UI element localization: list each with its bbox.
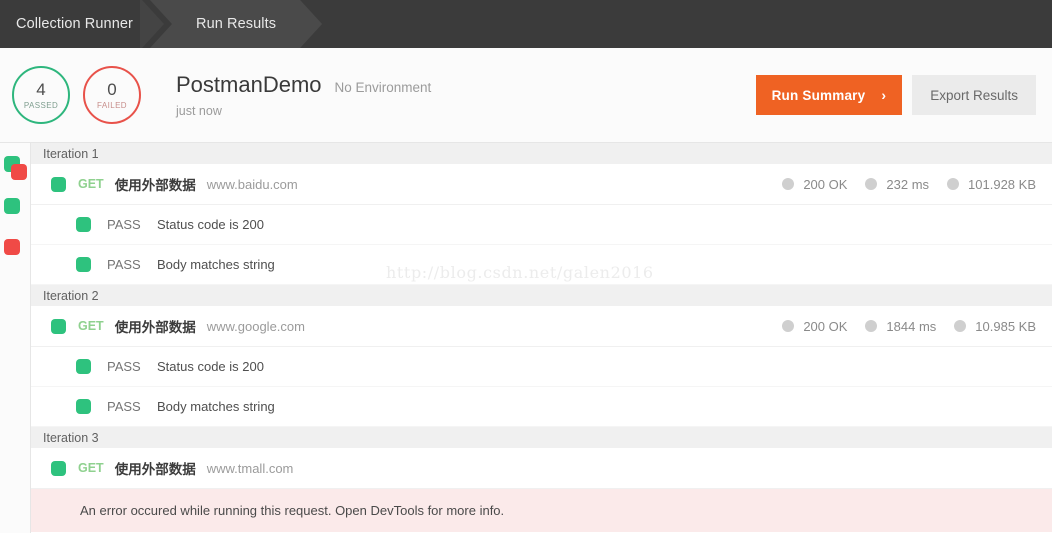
iteration-header[interactable]: Iteration 1: [31, 143, 1052, 164]
request-row[interactable]: GET 使用外部数据 www.google.com 200 OK 1844 ms…: [31, 306, 1052, 347]
iteration-results-list: Iteration 1 GET 使用外部数据 www.baidu.com 200…: [31, 143, 1052, 533]
request-url: www.baidu.com: [206, 176, 298, 192]
request-status-square: [51, 318, 66, 334]
test-row: PASS Status code is 200: [31, 205, 1052, 245]
iteration-header[interactable]: Iteration 3: [31, 427, 1052, 448]
run-summary-button-label: Run Summary: [771, 87, 866, 103]
status-dot-icon: [782, 178, 795, 190]
size-dot-icon: [947, 178, 960, 190]
export-results-button[interactable]: Export Results: [912, 75, 1036, 115]
failed-stat-badge: 0 FAILED: [83, 66, 141, 124]
run-timestamp: just now: [176, 104, 222, 118]
request-row[interactable]: GET 使用外部数据 www.baidu.com 200 OK 232 ms 1…: [31, 164, 1052, 205]
request-url: www.google.com: [206, 318, 305, 334]
request-row[interactable]: GET 使用外部数据 www.tmall.com: [31, 448, 1052, 489]
request-name: 使用外部数据: [114, 178, 196, 193]
response-size: 101.928 KB: [968, 176, 1036, 192]
request-status-square: [51, 176, 66, 192]
request-metrics: 200 OK 1844 ms 10.985 KB: [782, 319, 1036, 334]
response-status: 200 OK: [803, 176, 848, 192]
iteration-1-label: Iteration 1: [43, 146, 99, 161]
request-method: GET: [78, 177, 104, 191]
metric-size: 101.928 KB: [947, 177, 1036, 192]
test-name: Status code is 200: [157, 359, 264, 374]
summary-actions: Run Summary › Export Results: [755, 75, 1036, 115]
failed-label: FAILED: [97, 100, 127, 110]
test-status: PASS: [107, 217, 141, 232]
request-method: GET: [78, 319, 104, 333]
iteration-2-label: Iteration 2: [43, 288, 99, 303]
export-results-button-label: Export Results: [930, 87, 1018, 103]
test-status-square: [76, 399, 91, 414]
request-name: 使用外部数据: [114, 320, 196, 335]
test-row: PASS Body matches string: [31, 245, 1052, 285]
passed-label: PASSED: [23, 100, 59, 110]
top-tab-bar: Collection Runner Run Results: [0, 0, 1052, 48]
passed-stat-badge: 4 PASSED: [12, 66, 70, 124]
sidebar-item-iteration-3[interactable]: [4, 239, 21, 256]
request-metrics: 200 OK 232 ms 101.928 KB: [782, 177, 1036, 192]
test-status-square: [76, 359, 91, 374]
test-status: PASS: [107, 257, 141, 272]
failed-count: 0: [107, 79, 117, 99]
test-status-square: [76, 257, 91, 272]
collection-name: PostmanDemo: [176, 72, 322, 97]
passed-count: 4: [36, 79, 46, 99]
iteration-sidebar: [0, 143, 31, 533]
time-dot-icon: [865, 320, 878, 332]
metric-status: 200 OK: [782, 319, 847, 334]
request-status-square: [51, 460, 66, 476]
metric-status: 200 OK: [782, 177, 847, 192]
sidebar-item-iteration-2[interactable]: [4, 198, 21, 215]
request-url: www.tmall.com: [206, 460, 294, 476]
tab-run-results[interactable]: Run Results: [150, 0, 322, 48]
collection-runner-window: Collection Runner Run Results 4 PASSED 0…: [0, 0, 1052, 534]
test-name: Body matches string: [157, 399, 275, 414]
sidebar-item-iteration-1[interactable]: [4, 156, 28, 180]
run-summary-button[interactable]: Run Summary ›: [755, 75, 903, 115]
response-size: 10.985 KB: [975, 318, 1036, 334]
test-status: PASS: [107, 359, 141, 374]
tab-collection-runner-label: Collection Runner: [16, 16, 133, 32]
run-metadata: PostmanDemo No Environment just now: [176, 72, 431, 118]
response-time: 232 ms: [886, 176, 930, 192]
response-time: 1844 ms: [886, 318, 937, 334]
environment-label: No Environment: [334, 80, 432, 95]
metric-size: 10.985 KB: [954, 319, 1036, 334]
metric-time: 232 ms: [865, 177, 929, 192]
run-summary-bar: 4 PASSED 0 FAILED PostmanDemo No Environ…: [0, 48, 1052, 143]
test-status: PASS: [107, 399, 141, 414]
test-row: PASS Body matches string: [31, 387, 1052, 427]
tab-run-results-label: Run Results: [196, 16, 277, 32]
chevron-right-icon: ›: [881, 87, 887, 103]
size-dot-icon: [954, 320, 967, 332]
results-body: Iteration 1 GET 使用外部数据 www.baidu.com 200…: [0, 143, 1052, 533]
error-text: An error occured while running this requ…: [80, 503, 505, 518]
iteration-1-fail-square: [11, 164, 27, 180]
request-method: GET: [78, 461, 104, 475]
request-name: 使用外部数据: [114, 462, 196, 477]
iteration-2-pass-square: [4, 198, 20, 214]
status-dot-icon: [782, 320, 795, 332]
iteration-3-fail-square: [4, 239, 20, 255]
response-status: 200 OK: [803, 318, 848, 334]
test-row: PASS Status code is 200: [31, 347, 1052, 387]
test-name: Body matches string: [157, 257, 275, 272]
test-name: Status code is 200: [157, 217, 264, 232]
iteration-header[interactable]: Iteration 2: [31, 285, 1052, 306]
request-error-message: An error occured while running this requ…: [31, 489, 1052, 532]
metric-time: 1844 ms: [865, 319, 936, 334]
iteration-3-label: Iteration 3: [43, 430, 99, 445]
test-status-square: [76, 217, 91, 232]
time-dot-icon: [865, 178, 878, 190]
